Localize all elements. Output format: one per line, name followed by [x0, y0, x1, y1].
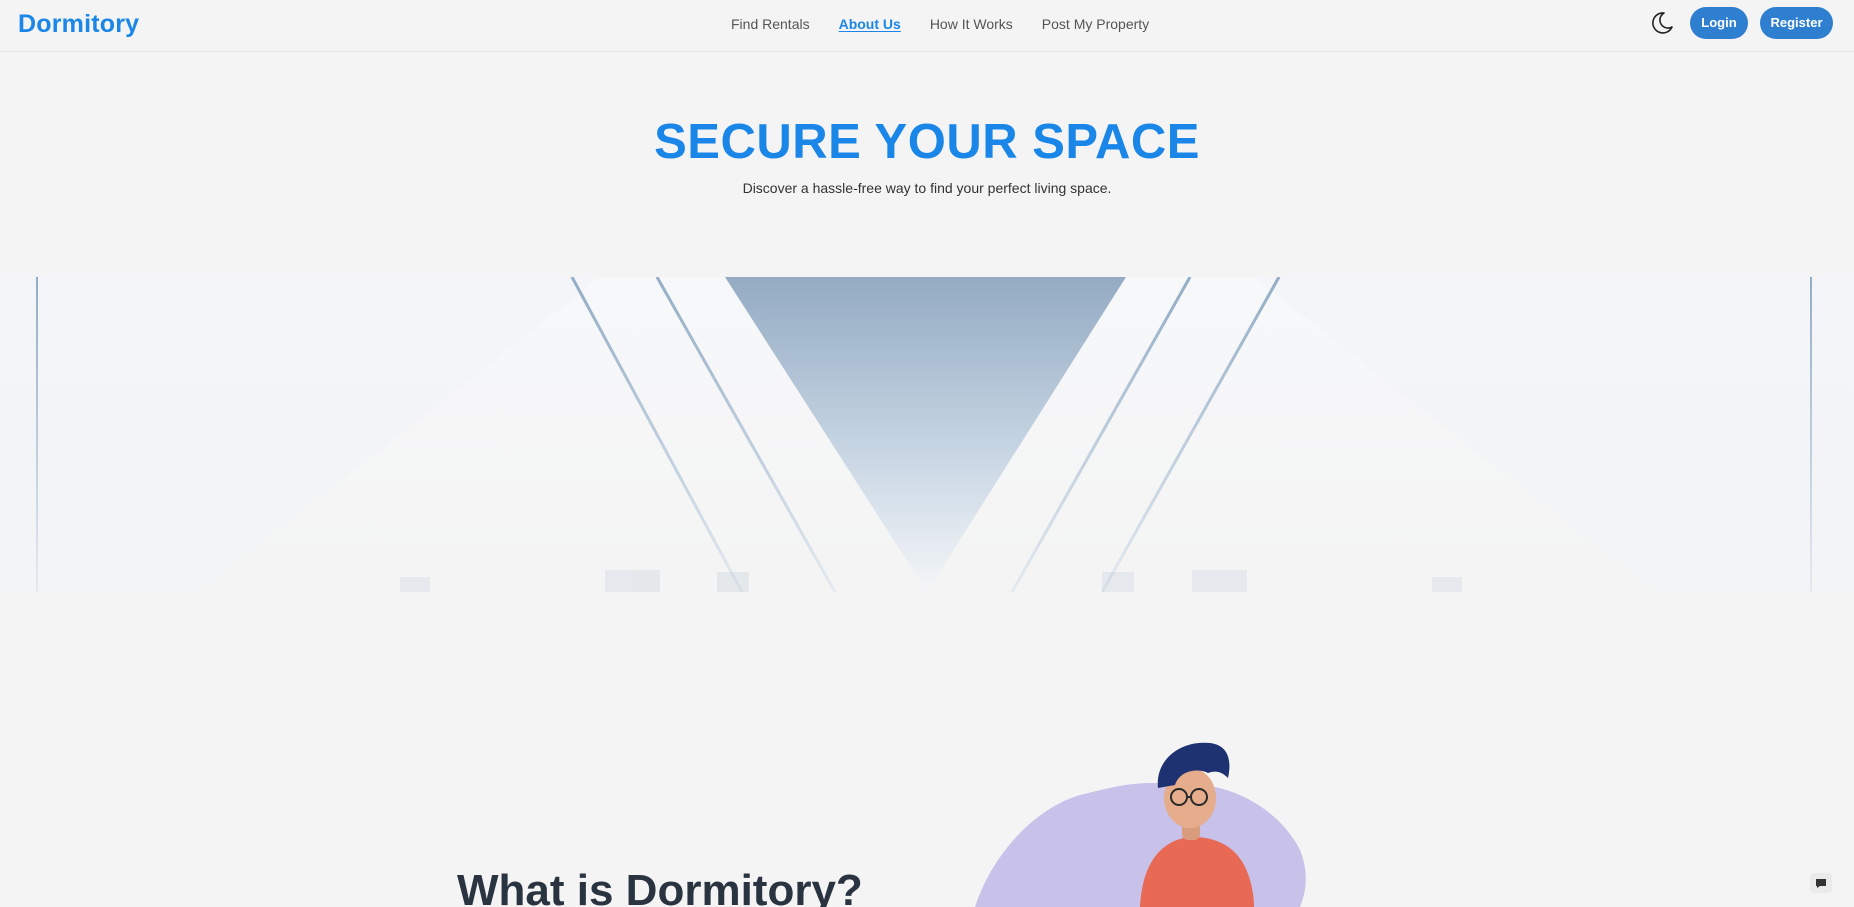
nav-about-us[interactable]: About Us: [839, 15, 901, 33]
register-button[interactable]: Register: [1760, 7, 1833, 39]
moon-icon[interactable]: [1649, 10, 1675, 36]
logo[interactable]: Dormitory: [18, 10, 139, 39]
about-title: What is Dormitory?: [457, 866, 863, 907]
site-header: Dormitory Find Rentals About Us How It W…: [0, 0, 1854, 52]
hero-illustration: [0, 277, 1854, 592]
nav-post-my-property[interactable]: Post My Property: [1042, 15, 1149, 33]
nav-how-it-works[interactable]: How It Works: [930, 15, 1013, 33]
hero-subtitle: Discover a hassle-free way to find your …: [742, 180, 1112, 196]
login-button[interactable]: Login: [1690, 7, 1748, 39]
chat-widget[interactable]: [1810, 873, 1832, 893]
hero-title: SECURE YOUR SPACE: [654, 115, 1200, 169]
person-illustration: [975, 742, 1306, 907]
chat-icon: [1816, 879, 1826, 888]
nav-find-rentals[interactable]: Find Rentals: [731, 15, 810, 33]
main-nav: Find Rentals About Us How It Works Post …: [731, 15, 1178, 33]
